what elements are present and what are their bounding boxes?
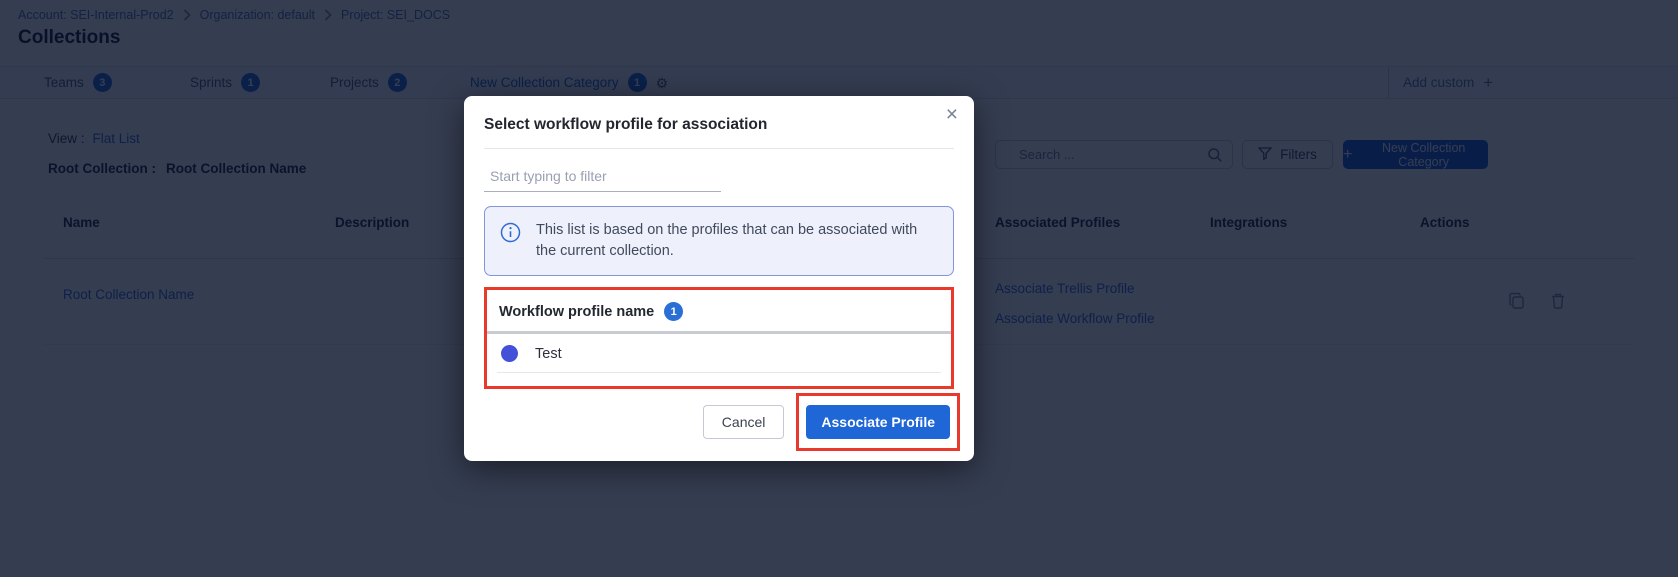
red-annotation-box-profile-list: Workflow profile name 1 Test [484, 287, 954, 389]
cancel-button[interactable]: Cancel [703, 405, 785, 439]
modal-title-divider [484, 148, 954, 149]
profile-list-spacer [497, 373, 941, 379]
modal-title: Select workflow profile for association [484, 116, 954, 134]
profile-name: Test [535, 346, 562, 362]
info-text: This list is based on the profiles that … [536, 220, 937, 262]
radio-selected-icon[interactable] [501, 345, 518, 362]
profile-list-header: Workflow profile name 1 [497, 299, 941, 321]
info-callout: This list is based on the profiles that … [484, 206, 954, 276]
close-icon[interactable]: × [946, 104, 958, 125]
associate-profile-button[interactable]: Associate Profile [806, 405, 950, 439]
profile-filter-input[interactable] [484, 163, 721, 192]
info-icon [500, 222, 521, 243]
profile-list-header-label: Workflow profile name [499, 304, 654, 320]
modal-footer: Cancel Associate Profile [484, 393, 960, 455]
count-badge: 1 [664, 302, 683, 321]
red-annotation-box-confirm-button: Associate Profile [796, 393, 960, 451]
app-window: Account: SEI-Internal-Prod2 Organization… [0, 0, 1678, 577]
workflow-profile-modal: × Select workflow profile for associatio… [464, 96, 974, 461]
profile-option-test[interactable]: Test [497, 334, 941, 373]
